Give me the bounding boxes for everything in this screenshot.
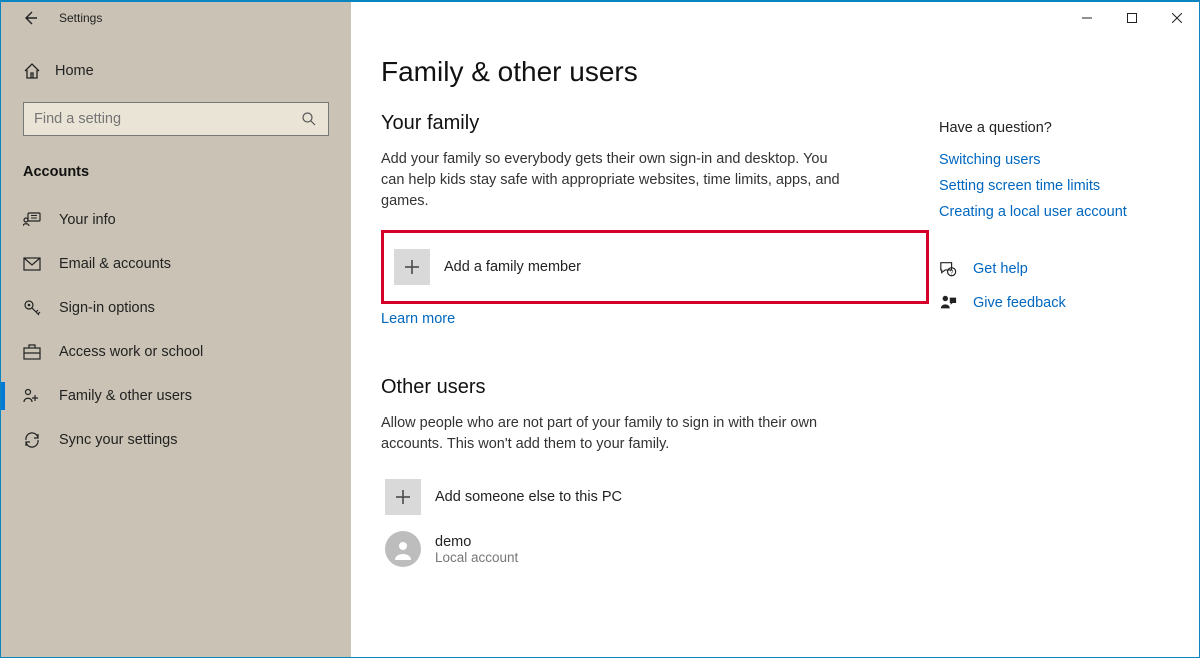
sidebar-item-your-info[interactable]: Your info xyxy=(1,198,351,242)
sidebar-item-label: Access work or school xyxy=(59,344,203,360)
help-link-local-account[interactable]: Creating a local user account xyxy=(939,204,1179,220)
sync-icon xyxy=(23,431,41,449)
search-field[interactable] xyxy=(34,111,300,127)
sidebar: Home Accounts Your info Email & accounts xyxy=(1,34,351,657)
sidebar-section-label: Accounts xyxy=(1,158,351,198)
sidebar-item-family[interactable]: Family & other users xyxy=(1,374,351,418)
plus-icon xyxy=(385,479,421,515)
user-card-icon xyxy=(23,211,41,229)
user-row[interactable]: demo Local account xyxy=(381,525,929,573)
add-family-label: Add a family member xyxy=(444,259,581,275)
add-family-member-button[interactable]: Add a family member xyxy=(390,243,920,291)
sidebar-home[interactable]: Home xyxy=(1,54,351,88)
help-link-screen-time[interactable]: Setting screen time limits xyxy=(939,178,1179,194)
give-feedback-link[interactable]: Give feedback xyxy=(973,295,1066,311)
close-button[interactable] xyxy=(1154,2,1199,34)
briefcase-icon xyxy=(23,343,41,361)
back-icon[interactable] xyxy=(21,9,39,27)
sidebar-item-label: Your info xyxy=(59,212,116,228)
sidebar-item-label: Sign-in options xyxy=(59,300,155,316)
sidebar-item-label: Sync your settings xyxy=(59,432,177,448)
help-link-switching-users[interactable]: Switching users xyxy=(939,152,1179,168)
other-users-description: Allow people who are not part of your fa… xyxy=(381,413,841,455)
user-name: demo xyxy=(435,534,518,550)
other-users-heading: Other users xyxy=(381,376,929,399)
family-heading: Your family xyxy=(381,112,929,135)
help-question: Have a question? xyxy=(939,120,1179,136)
get-help-icon: ? xyxy=(939,260,957,278)
svg-text:?: ? xyxy=(950,269,954,276)
learn-more-link[interactable]: Learn more xyxy=(381,311,455,327)
sidebar-item-email[interactable]: Email & accounts xyxy=(1,242,351,286)
family-icon xyxy=(23,387,41,405)
sidebar-item-work-school[interactable]: Access work or school xyxy=(1,330,351,374)
search-input[interactable] xyxy=(23,102,329,136)
plus-icon xyxy=(394,249,430,285)
minimize-button[interactable] xyxy=(1064,2,1109,34)
add-other-user-button[interactable]: Add someone else to this PC xyxy=(381,473,929,521)
user-subtext: Local account xyxy=(435,550,518,565)
family-description: Add your family so everybody gets their … xyxy=(381,149,841,212)
window-title: Settings xyxy=(59,11,102,25)
sidebar-item-sync[interactable]: Sync your settings xyxy=(1,418,351,462)
feedback-icon xyxy=(939,294,957,312)
sidebar-home-label: Home xyxy=(55,63,94,79)
user-avatar-icon xyxy=(385,531,421,567)
page-title: Family & other users xyxy=(381,56,929,88)
sidebar-item-label: Family & other users xyxy=(59,388,192,404)
search-icon xyxy=(300,110,318,128)
sidebar-item-label: Email & accounts xyxy=(59,256,171,272)
title-bar: Settings xyxy=(1,2,1199,34)
mail-icon xyxy=(23,255,41,273)
add-family-highlight: Add a family member xyxy=(381,230,929,304)
maximize-button[interactable] xyxy=(1109,2,1154,34)
get-help-link[interactable]: Get help xyxy=(973,261,1028,277)
home-icon xyxy=(23,62,41,80)
key-icon xyxy=(23,299,41,317)
sidebar-item-signin[interactable]: Sign-in options xyxy=(1,286,351,330)
add-other-user-label: Add someone else to this PC xyxy=(435,489,622,505)
help-pane: Have a question? Switching users Setting… xyxy=(929,56,1199,657)
main-content: Family & other users Your family Add you… xyxy=(381,56,929,657)
